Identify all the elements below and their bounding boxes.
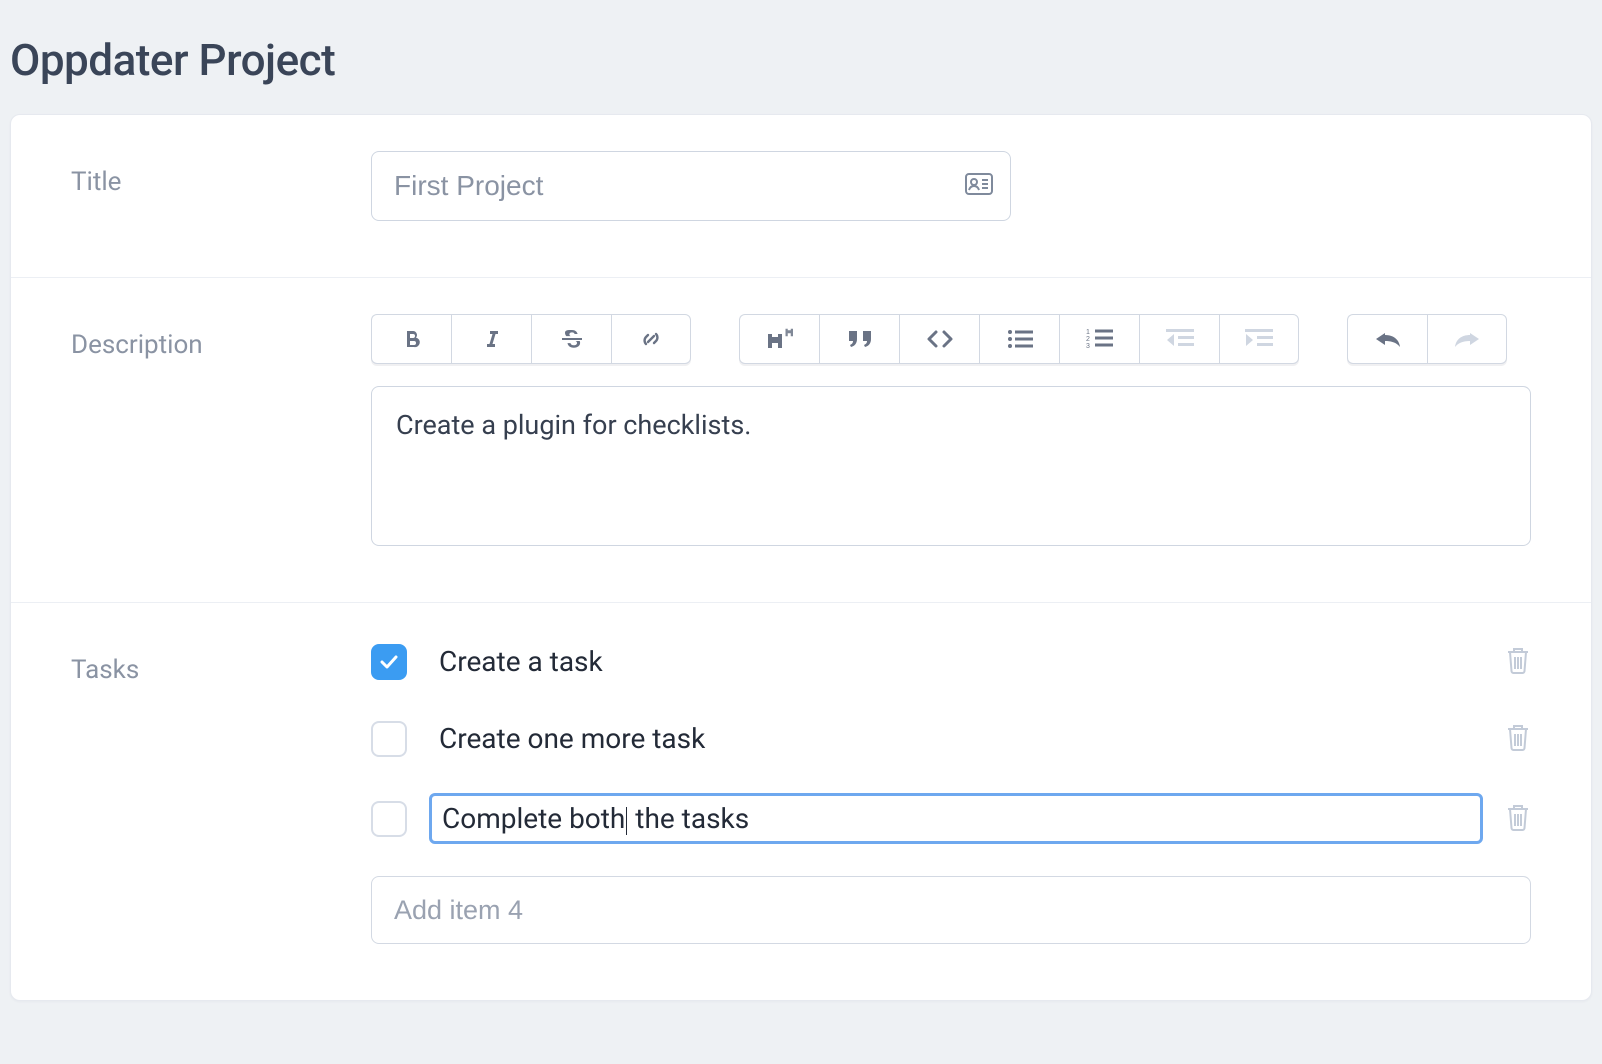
section-description: Description bbox=[11, 278, 1591, 603]
task-checkbox[interactable] bbox=[371, 644, 407, 680]
redo-icon bbox=[1452, 330, 1482, 348]
svg-text:2: 2 bbox=[1086, 336, 1090, 343]
section-title: Title bbox=[11, 115, 1591, 278]
toolbar-group-format bbox=[371, 314, 691, 364]
bold-icon bbox=[400, 327, 424, 351]
svg-text:1: 1 bbox=[1086, 329, 1090, 336]
heading-button[interactable] bbox=[739, 314, 819, 364]
task-row: Create one more task bbox=[371, 716, 1531, 761]
undo-icon bbox=[1373, 330, 1403, 348]
indent-decrease-button[interactable] bbox=[1139, 314, 1219, 364]
toolbar-group-block: 123 bbox=[739, 314, 1299, 364]
indent-increase-button[interactable] bbox=[1219, 314, 1299, 364]
code-icon bbox=[926, 329, 954, 349]
section-tasks: Tasks Create a task Create one more task bbox=[11, 603, 1591, 1000]
svg-text:3: 3 bbox=[1086, 343, 1090, 350]
strikethrough-button[interactable] bbox=[531, 314, 611, 364]
ordered-list-icon: 123 bbox=[1086, 328, 1114, 350]
undo-button[interactable] bbox=[1347, 314, 1427, 364]
id-card-icon bbox=[965, 173, 993, 199]
task-row: Complete both the tasks bbox=[371, 793, 1531, 844]
italic-icon bbox=[480, 327, 504, 351]
bold-button[interactable] bbox=[371, 314, 451, 364]
page-title: Oppdater Project bbox=[10, 34, 1592, 86]
description-editor[interactable]: Create a plugin for checklists. bbox=[371, 386, 1531, 546]
bullet-list-icon bbox=[1006, 328, 1034, 350]
code-button[interactable] bbox=[899, 314, 979, 364]
bullet-list-button[interactable] bbox=[979, 314, 1059, 364]
indent-increase-icon bbox=[1245, 328, 1273, 350]
title-label: Title bbox=[71, 151, 371, 221]
editor-toolbar: 123 bbox=[371, 314, 1531, 364]
task-checkbox[interactable] bbox=[371, 801, 407, 837]
strikethrough-icon bbox=[559, 327, 585, 351]
task-text-after-caret: the tasks bbox=[628, 802, 749, 835]
indent-decrease-icon bbox=[1166, 328, 1194, 350]
delete-task-button[interactable] bbox=[1505, 645, 1531, 679]
title-input[interactable] bbox=[371, 151, 1011, 221]
task-row: Create a task bbox=[371, 639, 1531, 684]
add-item-input[interactable] bbox=[371, 876, 1531, 944]
delete-task-button[interactable] bbox=[1505, 722, 1531, 756]
toolbar-group-history bbox=[1347, 314, 1507, 364]
italic-button[interactable] bbox=[451, 314, 531, 364]
link-icon bbox=[638, 326, 664, 352]
heading-icon bbox=[766, 328, 794, 350]
add-item-row bbox=[371, 876, 1531, 944]
ordered-list-button[interactable]: 123 bbox=[1059, 314, 1139, 364]
task-text-before-caret: Complete both bbox=[442, 802, 625, 835]
quote-icon bbox=[847, 329, 873, 349]
tasks-label: Tasks bbox=[71, 639, 371, 944]
redo-button[interactable] bbox=[1427, 314, 1507, 364]
link-button[interactable] bbox=[611, 314, 691, 364]
task-checkbox[interactable] bbox=[371, 721, 407, 757]
delete-task-button[interactable] bbox=[1505, 802, 1531, 836]
task-label-editing[interactable]: Complete both the tasks bbox=[429, 793, 1483, 844]
form-card: Title bbox=[10, 114, 1592, 1001]
blockquote-button[interactable] bbox=[819, 314, 899, 364]
task-label[interactable]: Create one more task bbox=[429, 716, 1483, 761]
description-label: Description bbox=[71, 314, 371, 546]
task-label[interactable]: Create a task bbox=[429, 639, 1483, 684]
